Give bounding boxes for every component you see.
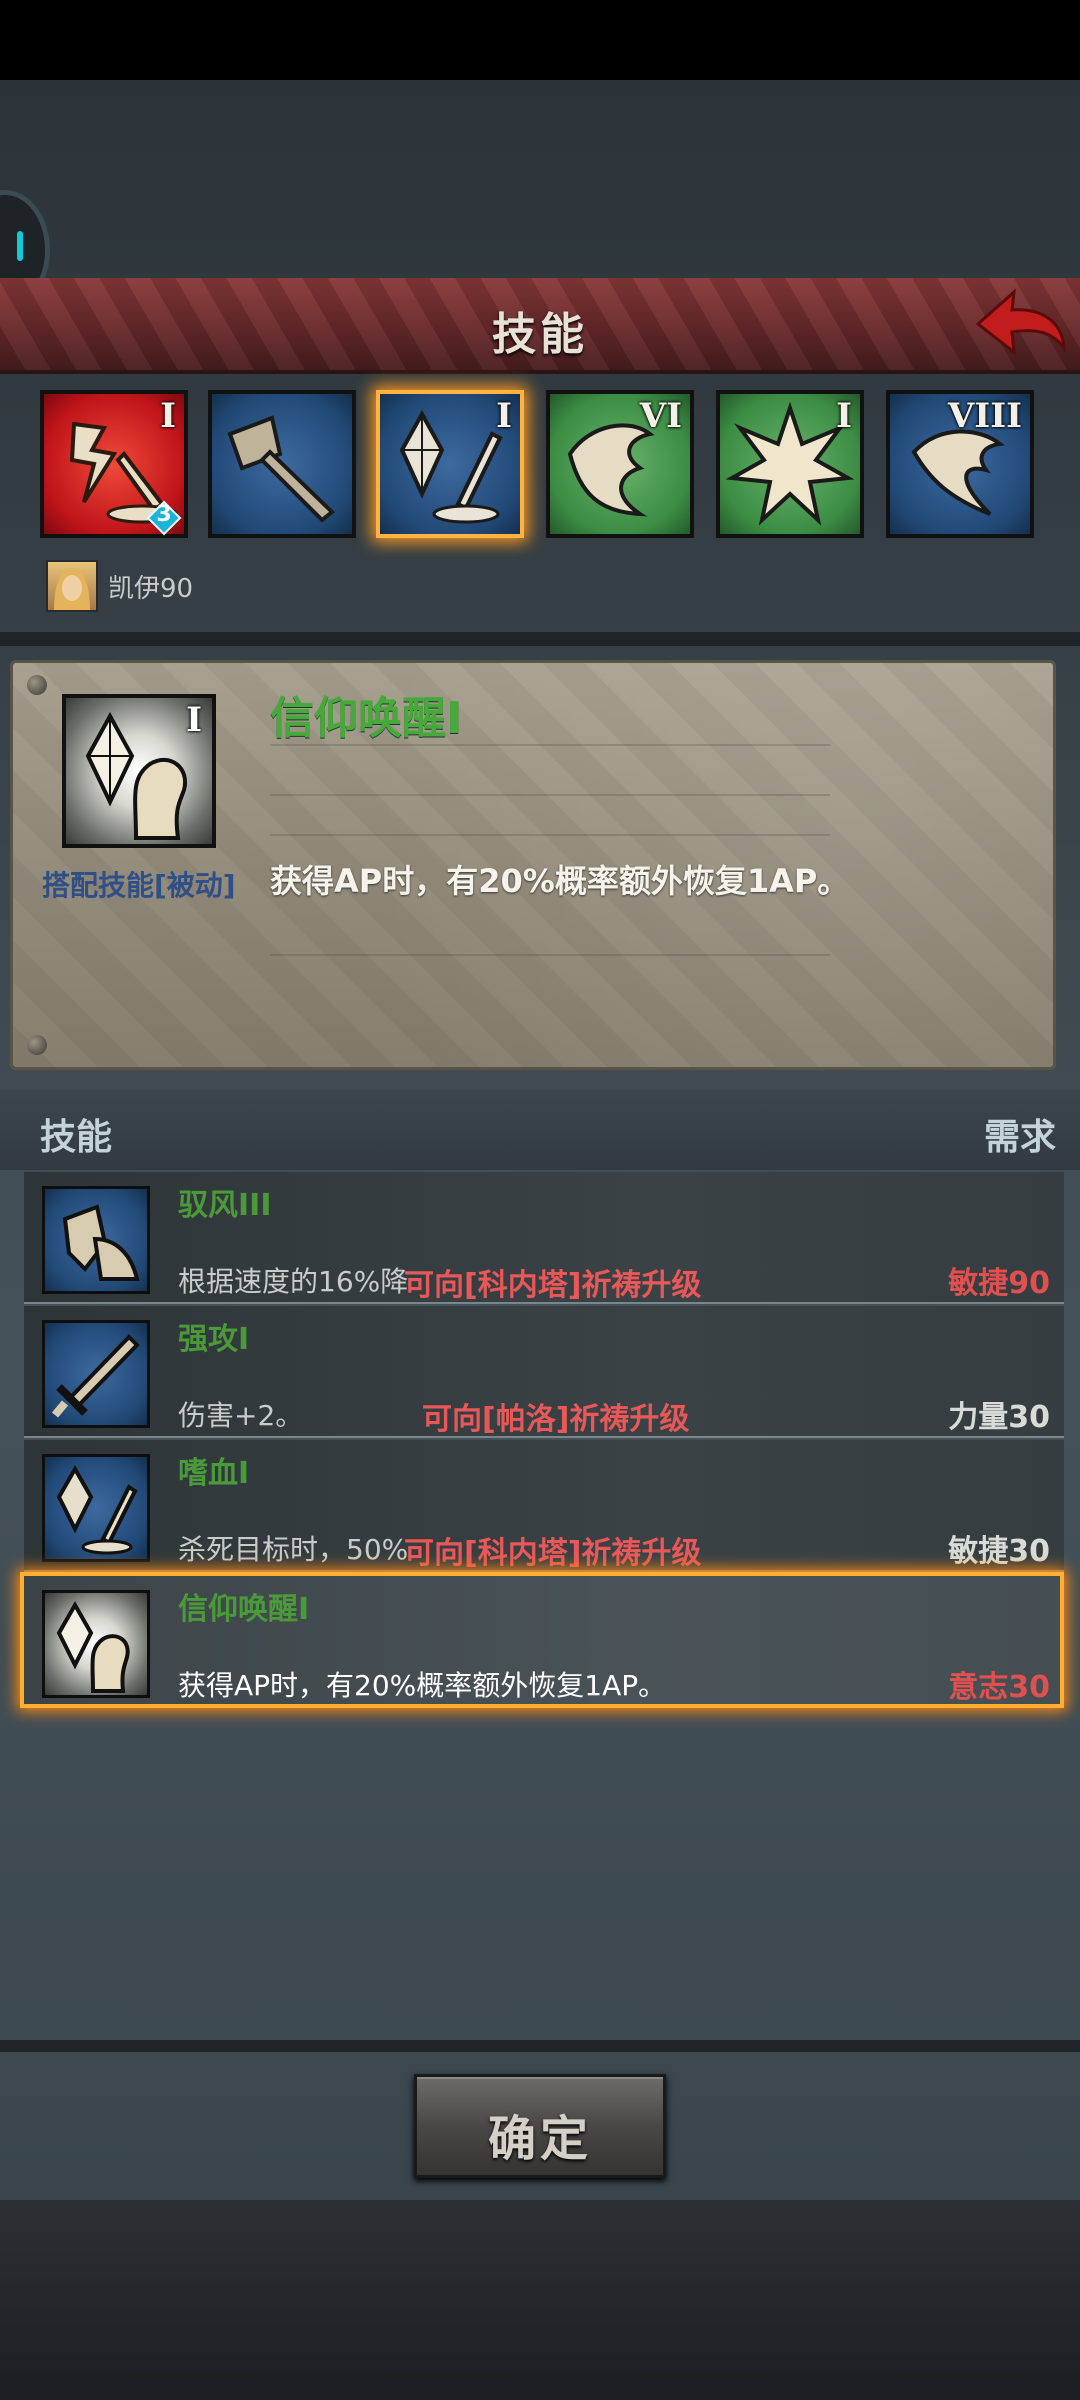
skill-detail-name: 信仰唤醒I bbox=[270, 693, 463, 744]
skill-row-icon bbox=[42, 1186, 150, 1294]
divider bbox=[0, 632, 1080, 646]
confirm-button-label: 确定 bbox=[487, 2111, 592, 2167]
rivet-icon bbox=[27, 1035, 47, 1055]
skill-row-description: 根据速度的16%降 bbox=[178, 1265, 409, 1298]
confirm-button[interactable]: 确定 bbox=[414, 2074, 666, 2178]
slot-numeral: I bbox=[496, 396, 512, 436]
back-arrow-icon bbox=[975, 288, 1066, 356]
skill-slot-2[interactable] bbox=[208, 390, 356, 538]
skill-row-selected[interactable]: 信仰唤醒I 获得AP时，有20%概率额外恢复1AP。 意志30 bbox=[20, 1572, 1064, 1708]
skill-type-tag: 搭配技能[被动] bbox=[42, 869, 236, 902]
skill-row-description: 杀死目标时，50% bbox=[178, 1533, 409, 1566]
rivet-icon bbox=[27, 675, 47, 695]
slot-numeral: I bbox=[836, 396, 852, 436]
character-avatar[interactable] bbox=[46, 560, 98, 612]
slot-numeral: VIII bbox=[947, 396, 1022, 436]
skill-row-requirement: 意志30 bbox=[948, 1670, 1050, 1705]
status-bar bbox=[0, 0, 1080, 80]
slot-numeral: VI bbox=[639, 396, 682, 436]
skill-row-requirement: 敏捷30 bbox=[948, 1534, 1050, 1569]
skill-row-name: 嗜血I bbox=[178, 1456, 250, 1491]
page-title: 技能 bbox=[492, 309, 588, 360]
back-button[interactable] bbox=[970, 286, 1070, 362]
shield-icon bbox=[62, 1204, 140, 1281]
skill-slot-3[interactable]: I bbox=[376, 390, 524, 538]
divider bbox=[0, 2040, 1080, 2052]
broken-hammer-icon bbox=[227, 415, 336, 523]
skill-row[interactable]: 强攻I 伤害+2。 可向[帕洛]祈祷升级 力量30 bbox=[24, 1306, 1064, 1438]
gem-count: 3 bbox=[156, 502, 172, 527]
crystal-sword-icon bbox=[56, 1464, 138, 1555]
sword-icon bbox=[51, 1334, 140, 1418]
upgrade-hint: 可向[科内塔]祈祷升级 bbox=[404, 1536, 702, 1571]
skill-slot-5[interactable]: I bbox=[716, 390, 864, 538]
detail-numeral: I bbox=[186, 700, 202, 740]
skill-row-icon bbox=[42, 1320, 150, 1428]
skill-row-name: 强攻I bbox=[178, 1322, 250, 1357]
skill-row-icon bbox=[42, 1590, 150, 1698]
skill-detail-description: 获得AP时，有20%概率额外恢复1AP。 bbox=[270, 862, 850, 900]
bottom-background bbox=[0, 2200, 1080, 2400]
skill-slot-6[interactable]: VIII bbox=[886, 390, 1034, 538]
skill-row-icon bbox=[42, 1454, 150, 1562]
skill-row[interactable]: 嗜血I 杀死目标时，50% 可向[科内塔]祈祷升级 敏捷30 bbox=[24, 1440, 1064, 1572]
gem-badge: 3 bbox=[146, 500, 182, 536]
skill-list-header: 技能 需求 bbox=[0, 1090, 1080, 1170]
skill-row-description: 伤害+2。 bbox=[178, 1399, 304, 1432]
slot-numeral: I bbox=[160, 396, 176, 436]
upgrade-hint: 可向[科内塔]祈祷升级 bbox=[404, 1268, 702, 1303]
header-bar: 技能 bbox=[0, 278, 1080, 374]
list-header-skill: 技能 bbox=[40, 1117, 113, 1158]
crystal-hand-icon bbox=[56, 1600, 130, 1693]
skill-row-requirement: 力量30 bbox=[948, 1400, 1050, 1435]
upgrade-hint: 可向[帕洛]祈祷升级 bbox=[422, 1402, 690, 1437]
skill-row-name: 信仰唤醒I bbox=[178, 1592, 310, 1627]
parchment-line bbox=[270, 794, 830, 796]
skill-row-name: 驭风III bbox=[178, 1188, 272, 1223]
portrait-icon bbox=[54, 568, 90, 610]
detail-skill-icon: I bbox=[62, 694, 216, 848]
parchment-line bbox=[270, 954, 830, 956]
parchment-line bbox=[270, 834, 830, 836]
skill-row-requirement: 敏捷90 bbox=[948, 1266, 1050, 1301]
list-header-requirement: 需求 bbox=[983, 1117, 1056, 1158]
character-name: 凯伊90 bbox=[108, 574, 194, 604]
bubble-indicator-icon bbox=[17, 231, 23, 261]
skill-row[interactable]: 驭风III 根据速度的16%降 可向[科内塔]祈祷升级 敏捷90 bbox=[24, 1172, 1064, 1304]
skill-slot-4[interactable]: VI bbox=[546, 390, 694, 538]
skill-row-description: 获得AP时，有20%概率额外恢复1AP。 bbox=[178, 1669, 667, 1702]
